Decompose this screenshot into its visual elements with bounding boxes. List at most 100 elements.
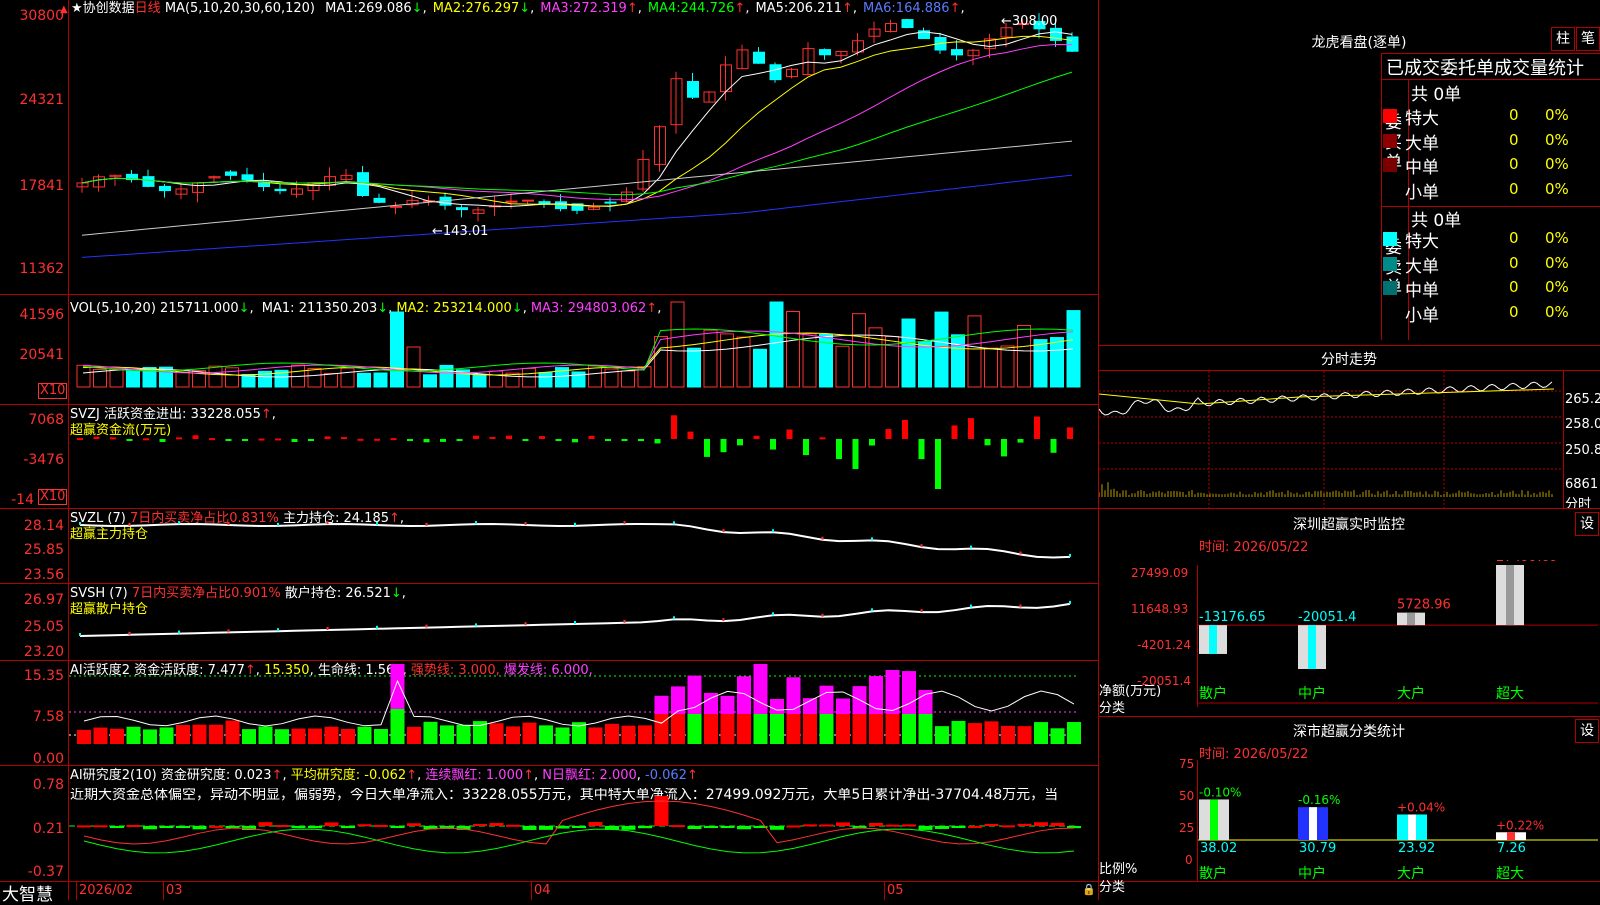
research-bar-51 <box>918 826 933 830</box>
svsh-chart <box>79 600 1071 637</box>
svzj-bar-34 <box>638 439 644 442</box>
pen-mode-button[interactable]: 笔 <box>1576 27 1600 51</box>
price-y-tick-2: 17841 <box>19 178 64 194</box>
research-y-tick-2: -0.37 <box>27 864 64 880</box>
ai-bar-43 <box>786 714 801 744</box>
svzj-bar-8 <box>209 438 215 441</box>
ai-research-panel[interactable]: 0.78 0.21 -0.37 AI研究度2(10) 资金研究度: 0.023↑… <box>0 766 1098 881</box>
ai-bar-28 <box>539 725 553 744</box>
svzj-bar-16 <box>341 437 347 440</box>
svzj-bar-49 <box>885 429 892 439</box>
monitor-cat-2: 大户 <box>1397 686 1425 702</box>
ai-bar-15 <box>324 726 339 744</box>
ai-bar-26 <box>506 726 520 744</box>
research-bar-55 <box>984 823 999 826</box>
svzl-y-tick-2: 23.56 <box>23 567 64 583</box>
ai-bar-29 <box>555 727 570 744</box>
sell-row-pct-0: 0% <box>1545 229 1569 247</box>
research-bar-11 <box>258 822 273 826</box>
dragon-subtitle: 已成交委托单成交量统计 <box>1386 58 1584 79</box>
svzl-line-tick-12 <box>277 522 279 526</box>
ai-bar-57 <box>1017 726 1032 744</box>
svzl-line-tick-3 <box>128 522 131 526</box>
vol-bar-53 <box>951 334 965 388</box>
research-bar-0 <box>77 825 91 828</box>
sell-row-label-1: 大单 <box>1405 256 1439 277</box>
buy-row-value-0: 0 <box>1509 106 1519 124</box>
classify-change-0: -0.10% <box>1199 785 1241 799</box>
price-panel[interactable]: 30800 24321 17841 11362 ★协创数据日线 MA(5,10,… <box>0 0 1098 294</box>
bar-mode-button[interactable]: 柱 <box>1551 27 1575 51</box>
research-bar-56 <box>1001 825 1015 828</box>
sz-classify-settings-button[interactable]: 设 <box>1575 719 1599 743</box>
sell-row-value-2: 0 <box>1509 278 1519 296</box>
svzj-bar-17 <box>357 438 364 441</box>
svzj-bar-13 <box>291 439 298 443</box>
candle-body-41 <box>753 51 765 64</box>
svzl-line-tick-54 <box>970 545 972 549</box>
vol-bar-47 <box>852 313 866 388</box>
vol-bar-39 <box>720 333 734 388</box>
candle-body-18 <box>373 197 386 203</box>
monitor-cat-3: 超大 <box>1496 686 1524 702</box>
ai-bar-10 <box>242 729 256 744</box>
monitor-bar-mid-2 <box>1407 612 1415 626</box>
svzj-bar-12 <box>275 438 281 441</box>
ai-bar-51 <box>918 714 933 744</box>
sell-row-label-0: 特大 <box>1405 232 1439 252</box>
ai-bar-7 <box>192 724 207 744</box>
classify-change-2: +0.04% <box>1397 800 1445 814</box>
monitor-value-0: -13176.65 <box>1199 610 1266 625</box>
svzj-bar-42 <box>770 439 776 450</box>
svsh-line-tick-33 <box>623 619 626 623</box>
svzj-bar-53 <box>951 425 958 439</box>
svzl-y-tick-1: 25.85 <box>23 542 64 558</box>
svsh-line-tick-51 <box>920 609 923 613</box>
ai-bar-59 <box>1050 728 1065 744</box>
volume-panel[interactable]: 41596 20541 X10 VOL(5,10,20) 215711.000↓… <box>0 295 1098 404</box>
svzj-bar-44 <box>803 439 809 456</box>
candle-body-26 <box>505 200 518 203</box>
research-bar-18 <box>374 824 388 827</box>
candle-body-60 <box>1066 36 1079 52</box>
research-bar-17 <box>357 824 372 827</box>
lock-icon[interactable]: 🔒 <box>1082 883 1096 896</box>
chevron-up-icon[interactable]: ▲ <box>60 4 68 15</box>
ai-active-chart <box>69 664 1081 744</box>
candlestick-chart[interactable] <box>69 0 1098 294</box>
classify-cat-3: 超大 <box>1496 866 1524 882</box>
intraday-chart[interactable] <box>1099 371 1564 508</box>
svsh-panel[interactable]: 26.97 25.05 23.20 SVSH (7) 7日内买卖净占比0.901… <box>0 584 1098 660</box>
research-y-tick-1: 0.21 <box>32 821 64 837</box>
svzj-panel[interactable]: 7068 -3476 -14 X10 SVZJ 活跃资金进出: 33228.05… <box>0 405 1098 508</box>
vol-y-tick-1: 20541 <box>19 347 64 363</box>
right-panel: 龙虎看盘(逐单) 柱 笔 已成交委托单成交量统计 共 0单 委买单 特大00%大… <box>1099 0 1600 900</box>
research-bar-15 <box>324 822 339 826</box>
svsh-line-tick-12 <box>277 628 279 632</box>
intraday-price-1: 258.0 <box>1565 417 1600 432</box>
research-chart <box>69 796 1081 854</box>
sz-monitor-y-tick-1: 11648.93 <box>1131 602 1189 616</box>
buy-row-square-1 <box>1383 133 1397 148</box>
ai-active-panel[interactable]: 15.35 7.58 0.00 AI活跃度2 资金活跃度: 7.477↑, 15… <box>0 661 1098 766</box>
sell-row-pct-2: 0% <box>1545 278 1569 296</box>
vol-bar-46 <box>835 345 850 388</box>
research-bar-25 <box>489 823 504 826</box>
sz-monitor-settings-button[interactable]: 设 <box>1575 512 1599 536</box>
candle-body-37 <box>687 81 699 98</box>
svzj-bar-50 <box>902 419 908 439</box>
research-bar-34 <box>638 826 652 829</box>
svzj-bar-19 <box>390 438 397 441</box>
svzl-panel[interactable]: 28.14 25.85 23.56 SVZL (7) 7日内买卖净占比0.831… <box>0 509 1098 583</box>
research-bar-45 <box>819 824 834 827</box>
svzl-line-tick-15 <box>326 521 329 525</box>
ai-bar-13 <box>291 728 306 744</box>
research-bar-3 <box>126 824 141 827</box>
vol-bar-24 <box>472 374 487 388</box>
ma-line-5 <box>81 174 1073 258</box>
bottom-date-bar: 大智慧 2026/02 03 04 05 🔒 <box>0 882 1098 905</box>
svzl-line-tick-30 <box>574 522 576 526</box>
svzj-bar-35 <box>654 439 661 444</box>
date-label-1: 03 <box>166 883 183 898</box>
vol-bar-58 <box>1033 339 1048 388</box>
